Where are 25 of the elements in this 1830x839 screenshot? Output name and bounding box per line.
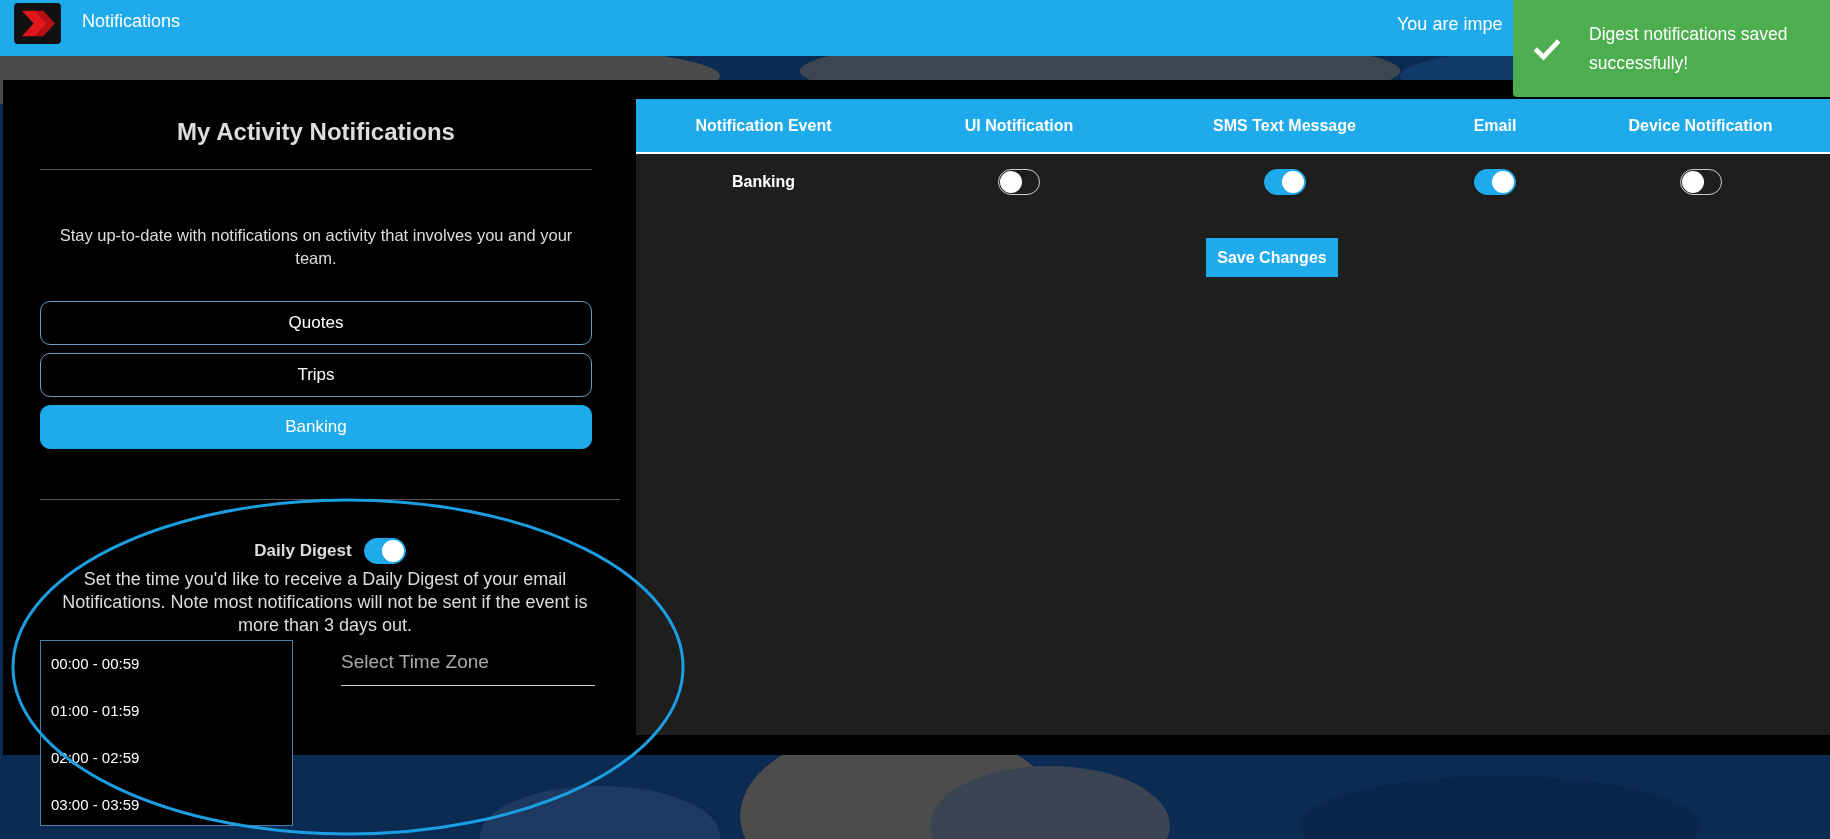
daily-digest-label: Daily Digest — [254, 541, 352, 561]
panel-description: Stay up-to-date with notifications on activity that involves you and your team. — [58, 225, 574, 269]
column-header: SMS Text Message — [1212, 116, 1357, 135]
impersonation-text: You are impe — [1397, 14, 1504, 35]
toast-message: Digest notifications saved successfully! — [1589, 22, 1789, 75]
time-zone-field[interactable]: Select Time Zone — [341, 637, 595, 686]
toggle-switch[interactable] — [363, 538, 406, 564]
column-header: Email — [1472, 116, 1518, 135]
digest-description: Set the time you'd like to receive a Daily Digest of your email Notifications. Note most notifications will not be sent if the event is more than 3 days out. — [61, 568, 589, 637]
toggle-switch[interactable] — [998, 169, 1040, 195]
page-title: Notifications — [82, 11, 181, 32]
dropdown-option[interactable]: 01:00 - 01:59 — [51, 702, 292, 749]
column-header: Device Notification — [1627, 116, 1774, 135]
toggle-switch[interactable] — [1679, 169, 1722, 195]
table-cell-text: Banking — [730, 173, 797, 191]
column-header: Notification Event — [694, 116, 833, 135]
toggle-switch[interactable] — [1474, 169, 1516, 195]
toggle-switch[interactable] — [1263, 169, 1306, 195]
dropdown-option[interactable]: 03:00 - 03:59 — [51, 796, 292, 839]
dropdown-option[interactable]: 00:00 - 00:59 — [51, 655, 292, 702]
category-button[interactable]: Quotes — [40, 301, 592, 345]
category-button[interactable]: Trips — [40, 353, 592, 397]
column-header: UI Notification — [963, 116, 1075, 135]
logo-icon[interactable] — [14, 3, 61, 44]
panel-title: My Activity Notifications — [176, 118, 456, 146]
